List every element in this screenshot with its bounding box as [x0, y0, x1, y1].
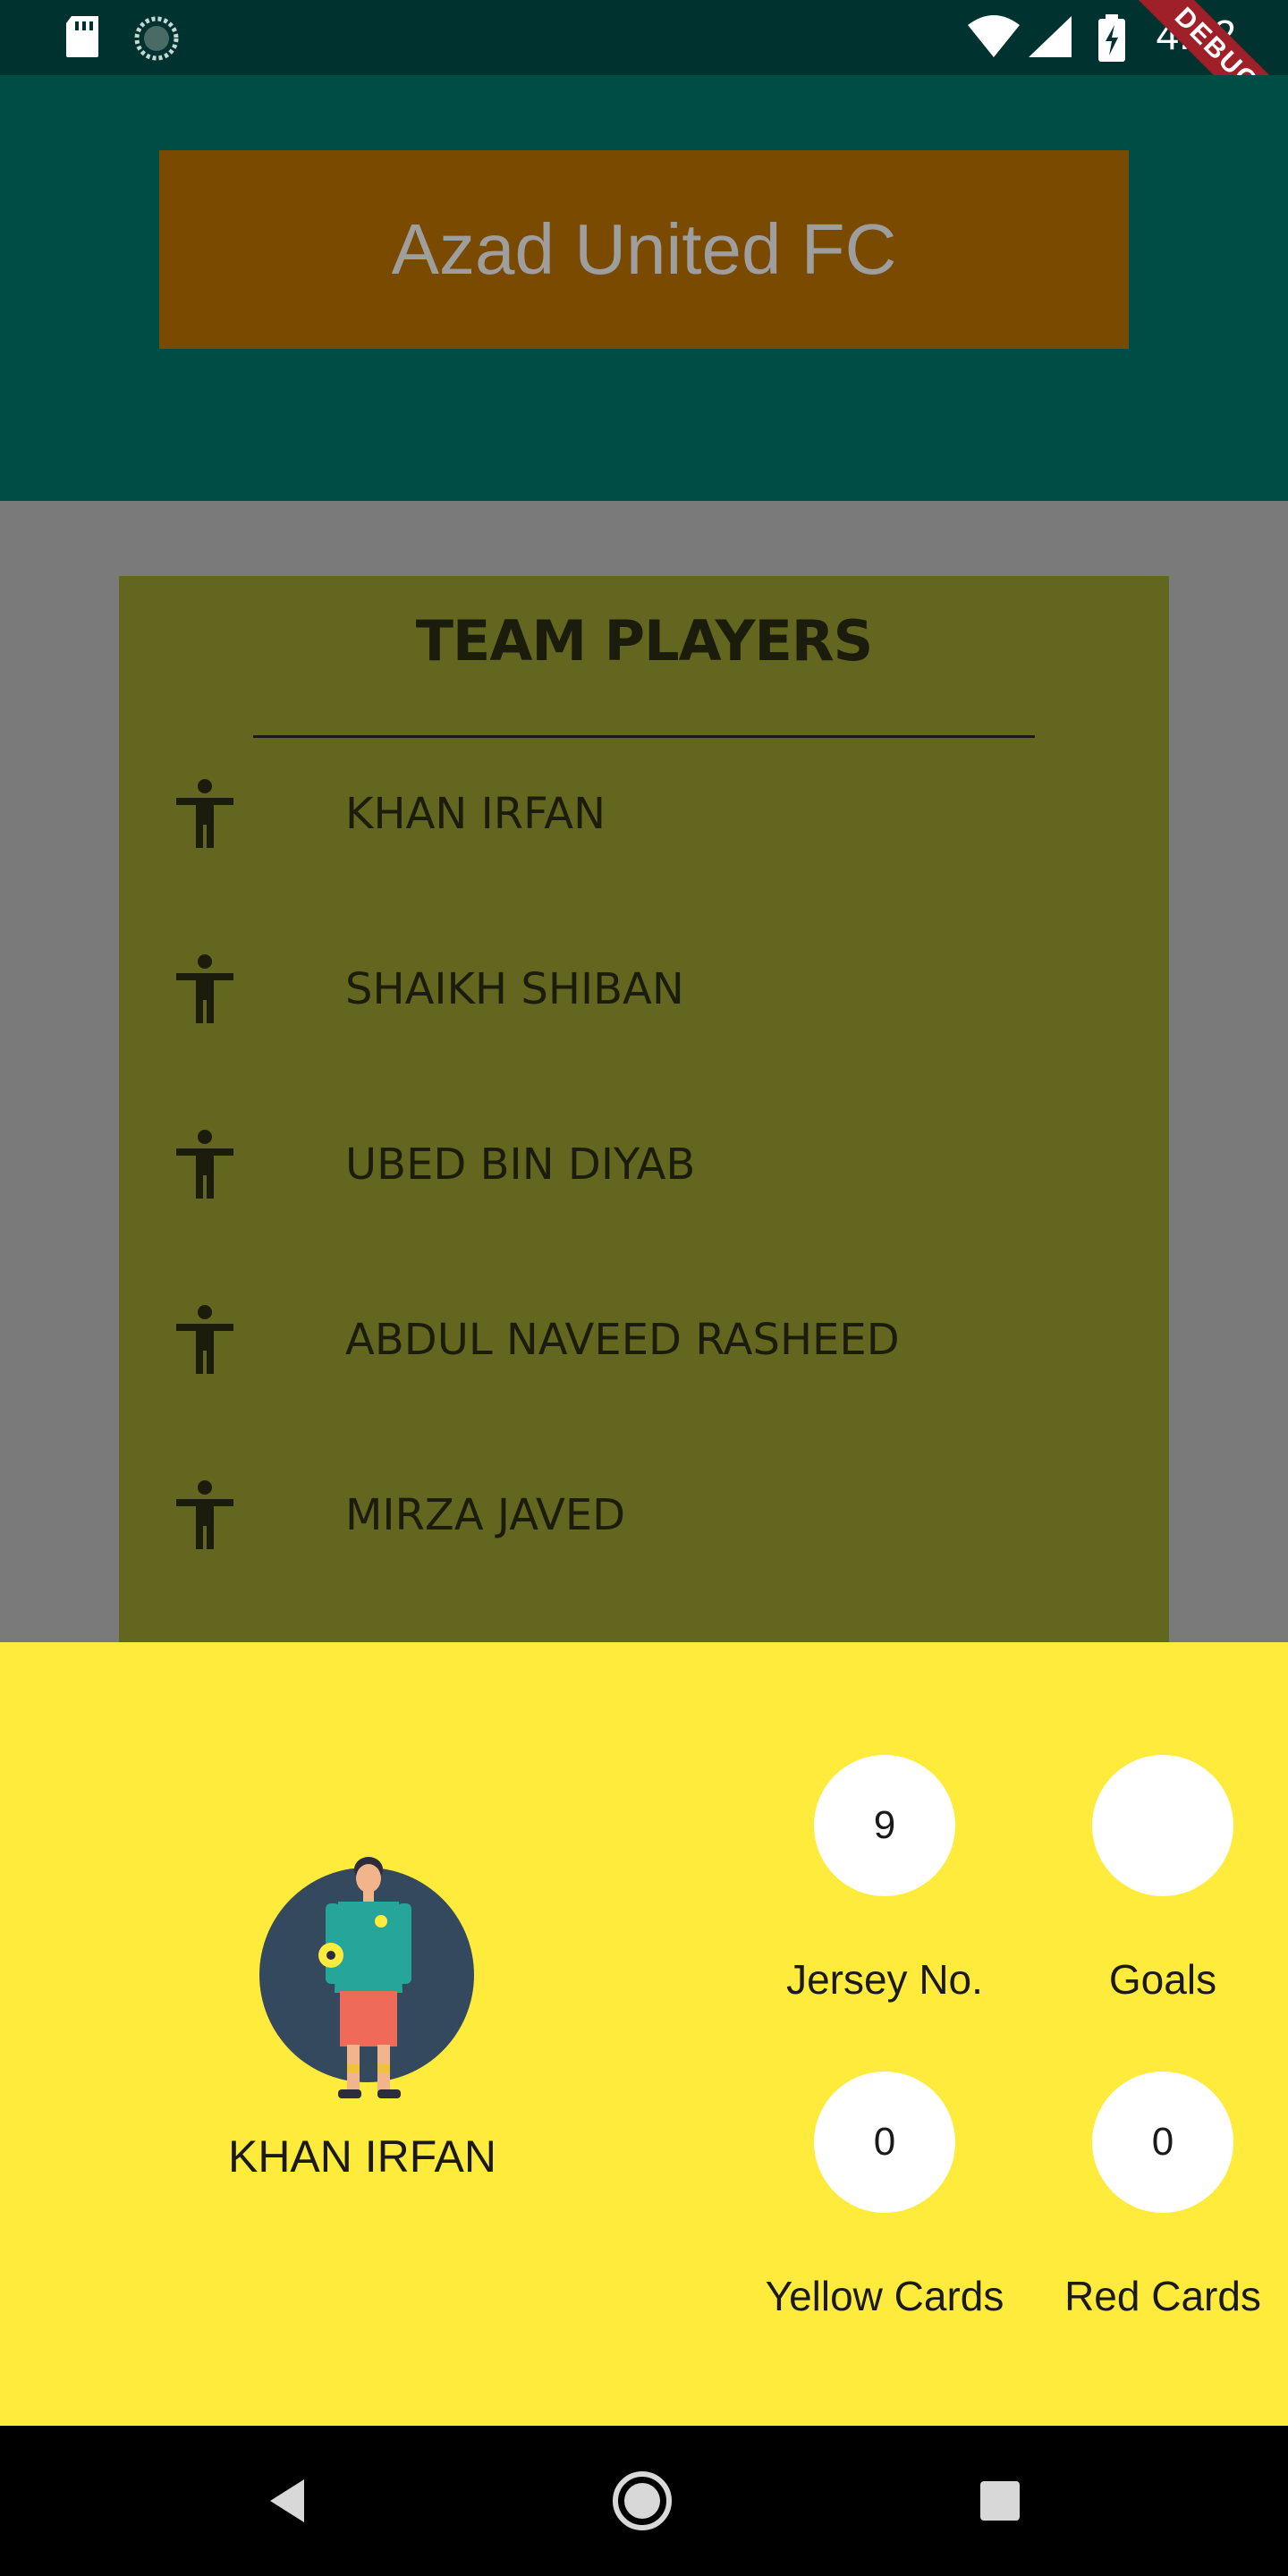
team-players-panel: TEAM PLAYERS KHAN IRFAN SHAIKH SHIBAN UB…	[119, 576, 1169, 1642]
player-list-item[interactable]: UBED BIN DIYAB	[119, 1088, 1169, 1263]
avatar	[259, 1850, 474, 2109]
player-list-item[interactable]: MIRZA JAVED	[119, 1438, 1169, 1614]
yellow-cards-label: Yellow Cards	[765, 2273, 1004, 2319]
home-icon[interactable]	[608, 2467, 676, 2535]
goals-value	[1092, 1755, 1233, 1896]
person-standing-icon	[176, 1305, 233, 1374]
sync-icon	[134, 16, 179, 61]
goals-label: Goals	[1108, 1956, 1217, 2003]
person-standing-icon	[176, 1130, 233, 1199]
player-name: MIRZA JAVED	[345, 1490, 626, 1540]
player-name: KHAN IRFAN	[345, 789, 606, 839]
navigation-bar	[0, 2426, 1288, 2576]
person-standing-icon	[176, 779, 233, 848]
team-title: Azad United FC	[159, 150, 1129, 349]
selected-player-name: KHAN IRFAN	[227, 2131, 497, 2182]
player-detail-sheet: KHAN IRFAN 9 Jersey No. Goals 0 Yellow C…	[0, 1642, 1288, 2426]
back-icon[interactable]	[256, 2467, 324, 2535]
red-cards-value: 0	[1092, 2072, 1233, 2213]
person-standing-icon	[176, 1480, 233, 1549]
player-list-item[interactable]: ABDUL NAVEED RASHEED	[119, 1263, 1169, 1438]
recents-icon[interactable]	[966, 2467, 1034, 2535]
battery-charging-icon	[1098, 14, 1125, 62]
app-bar: Azad United FC	[0, 75, 1288, 501]
players-heading: TEAM PLAYERS	[415, 608, 874, 674]
player-name: SHAIKH SHIBAN	[345, 964, 684, 1014]
player-name: UBED BIN DIYAB	[345, 1140, 696, 1190]
signal-icon	[1029, 16, 1072, 57]
wifi-icon	[968, 15, 1020, 57]
soccer-player-avatar-icon	[259, 1857, 474, 2098]
status-bar: 4:32 DEBUG	[0, 0, 1288, 159]
jersey-number-value: 9	[814, 1755, 955, 1896]
player-name: ABDUL NAVEED RASHEED	[345, 1315, 900, 1365]
red-cards-label: Red Cards	[1064, 2273, 1261, 2319]
player-list-item[interactable]: KHAN IRFAN	[119, 737, 1169, 912]
yellow-cards-value: 0	[814, 2072, 955, 2213]
person-standing-icon	[176, 954, 233, 1023]
player-list-item[interactable]: SHAIKH SHIBAN	[119, 912, 1169, 1088]
jersey-number-label: Jersey No.	[786, 1956, 983, 2003]
sd-card-icon	[66, 16, 98, 57]
